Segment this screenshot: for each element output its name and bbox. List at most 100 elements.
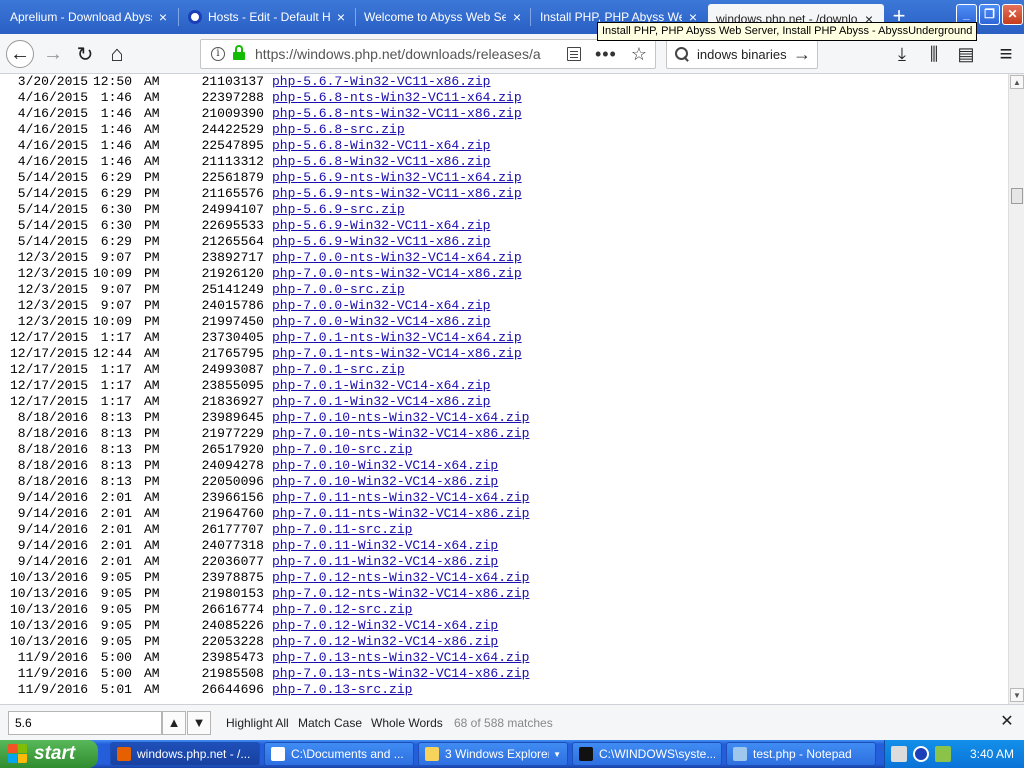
listing-file-link[interactable]: php-5.6.8-Win32-VC11-x86.zip <box>272 154 490 170</box>
listing-file-link[interactable]: php-5.6.8-nts-Win32-VC11-x86.zip <box>272 106 522 122</box>
task-label: windows.php.net - /... <box>137 747 251 761</box>
taskbar-task[interactable]: windows.php.net - /... <box>110 742 260 766</box>
listing-file-link[interactable]: php-7.0.13-nts-Win32-VC14-x86.zip <box>272 666 529 682</box>
listing-time: 1:17 <box>100 330 132 345</box>
close-icon[interactable]: × <box>156 9 170 25</box>
taskbar-task[interactable]: 3 Windows Explorer ▼ <box>418 742 568 766</box>
whole-words-toggle[interactable]: Whole Words <box>371 716 443 730</box>
reload-button[interactable]: ↻ <box>70 39 100 69</box>
page-actions-button[interactable]: ••• <box>595 44 617 65</box>
find-previous-button[interactable]: ▲ <box>162 711 186 735</box>
network-icon[interactable] <box>913 746 929 762</box>
home-button[interactable]: ⌂ <box>102 39 132 69</box>
match-count: 68 of 588 matches <box>454 716 553 730</box>
listing-file-link[interactable]: php-7.0.11-Win32-VC14-x86.zip <box>272 554 498 570</box>
address-bar[interactable]: i https://windows.php.net/downloads/rele… <box>200 39 656 69</box>
listing-ampm: PM <box>144 314 160 329</box>
listing-file-link[interactable]: php-5.6.8-nts-Win32-VC11-x64.zip <box>272 90 522 106</box>
listing-file-link[interactable]: php-7.0.10-nts-Win32-VC14-x64.zip <box>272 410 529 426</box>
close-window-button[interactable]: ✕ <box>1002 4 1023 25</box>
listing-file-link[interactable]: php-5.6.9-nts-Win32-VC11-x64.zip <box>272 170 522 186</box>
listing-file-link[interactable]: php-5.6.9-Win32-VC11-x86.zip <box>272 234 490 250</box>
listing-file-link[interactable]: php-7.0.1-nts-Win32-VC14-x86.zip <box>272 346 522 362</box>
listing-file-link[interactable]: php-5.6.9-nts-Win32-VC11-x86.zip <box>272 186 522 202</box>
tab-hosts[interactable]: Hosts - Edit - Default Ho × <box>180 2 356 32</box>
taskbar-task[interactable]: C:\Documents and ... <box>264 742 414 766</box>
listing-file-link[interactable]: php-5.6.8-Win32-VC11-x64.zip <box>272 138 490 154</box>
listing-file-link[interactable]: php-7.0.13-nts-Win32-VC14-x64.zip <box>272 650 529 666</box>
find-input[interactable] <box>8 711 162 735</box>
listing-file-link[interactable]: php-7.0.10-nts-Win32-VC14-x86.zip <box>272 426 529 442</box>
listing-date: 5/14/2015 <box>17 170 88 185</box>
listing-date: 8/18/2016 <box>17 410 88 425</box>
match-case-toggle[interactable]: Match Case <box>298 716 362 730</box>
listing-ampm: AM <box>144 666 160 681</box>
find-next-button[interactable]: ▼ <box>187 711 211 735</box>
listing-file-link[interactable]: php-7.0.0-Win32-VC14-x64.zip <box>272 298 490 314</box>
url-text[interactable]: https://windows.php.net/downloads/releas… <box>255 46 567 62</box>
listing-file-link[interactable]: php-7.0.1-nts-Win32-VC14-x64.zip <box>272 330 522 346</box>
scroll-down-arrow[interactable]: ▼ <box>1010 688 1024 702</box>
listing-file-link[interactable]: php-7.0.10-Win32-VC14-x86.zip <box>272 474 498 490</box>
listing-file-link[interactable]: php-5.6.9-Win32-VC11-x64.zip <box>272 218 490 234</box>
keyboard-icon[interactable] <box>891 746 907 762</box>
listing-date: 4/16/2015 <box>17 106 88 121</box>
listing-file-link[interactable]: php-7.0.0-Win32-VC14-x86.zip <box>272 314 490 330</box>
listing-file-link[interactable]: php-7.0.12-nts-Win32-VC14-x86.zip <box>272 586 529 602</box>
restore-button[interactable]: ❐ <box>979 4 1000 25</box>
search-go-button[interactable]: → <box>793 44 811 65</box>
listing-file-link[interactable]: php-5.6.8-src.zip <box>272 122 405 138</box>
lock-icon[interactable] <box>233 45 245 60</box>
listing-file-link[interactable]: php-7.0.0-nts-Win32-VC14-x86.zip <box>272 266 522 282</box>
listing-file-link[interactable]: php-7.0.1-Win32-VC14-x64.zip <box>272 378 490 394</box>
start-button[interactable]: start <box>0 740 98 768</box>
listing-file-link[interactable]: php-7.0.12-nts-Win32-VC14-x64.zip <box>272 570 529 586</box>
forward-button[interactable]: → <box>38 39 68 69</box>
bookmark-star-icon[interactable]: ☆ <box>631 44 647 65</box>
taskbar-task[interactable]: C:\WINDOWS\syste... <box>572 742 722 766</box>
listing-file-link[interactable]: php-7.0.0-src.zip <box>272 282 405 298</box>
reader-view-icon[interactable] <box>566 47 581 61</box>
scroll-thumb[interactable] <box>1011 188 1023 204</box>
listing-file-link[interactable]: php-7.0.12-Win32-VC14-x64.zip <box>272 618 498 634</box>
back-button[interactable]: ← <box>6 40 34 68</box>
listing-date: 5/14/2015 <box>17 218 88 233</box>
listing-file-link[interactable]: php-7.0.1-Win32-VC14-x86.zip <box>272 394 490 410</box>
taskbar-task[interactable]: test.php - Notepad <box>726 742 876 766</box>
menu-icon[interactable]: ≡ <box>994 42 1018 66</box>
listing-file-link[interactable]: php-7.0.13-src.zip <box>272 682 412 698</box>
listing-file-link[interactable]: php-7.0.0-nts-Win32-VC14-x64.zip <box>272 250 522 266</box>
listing-file-link[interactable]: php-7.0.11-Win32-VC14-x64.zip <box>272 538 498 554</box>
listing-file-link[interactable]: php-7.0.10-Win32-VC14-x64.zip <box>272 458 498 474</box>
highlight-all-toggle[interactable]: Highlight All <box>226 716 289 730</box>
vertical-scrollbar[interactable]: ▲ ▼ <box>1008 74 1024 704</box>
listing-file-link[interactable]: php-7.0.11-nts-Win32-VC14-x64.zip <box>272 490 529 506</box>
listing-time: 6:30 <box>100 202 132 217</box>
listing-file-link[interactable]: php-7.0.10-src.zip <box>272 442 412 458</box>
tab-welcome-abyss[interactable]: Welcome to Abyss Web Serv × <box>356 2 532 32</box>
close-icon[interactable]: × <box>334 9 348 25</box>
listing-date: 12/3/2015 <box>17 266 88 281</box>
listing-time: 9:05 <box>100 618 132 633</box>
listing-file-link[interactable]: php-7.0.12-Win32-VC14-x86.zip <box>272 634 498 650</box>
listing-file-link[interactable]: php-5.6.7-Win32-VC11-x86.zip <box>272 74 490 90</box>
downloads-icon[interactable]: ⤓ <box>890 42 914 66</box>
sidebar-icon[interactable]: ▤ <box>954 42 978 66</box>
listing-file-link[interactable]: php-7.0.12-src.zip <box>272 602 412 618</box>
listing-row: 8/18/2016 8:13 PM 26517920 php-7.0.10-src.zi… <box>0 442 1008 458</box>
scroll-up-arrow[interactable]: ▲ <box>1010 75 1024 89</box>
listing-size: 23985473 <box>201 650 264 665</box>
search-bar[interactable]: indows binaries → <box>666 39 818 69</box>
info-icon[interactable]: i <box>211 47 225 61</box>
listing-file-link[interactable]: php-5.6.9-src.zip <box>272 202 405 218</box>
volume-icon[interactable] <box>935 746 951 762</box>
search-input[interactable]: indows binaries <box>697 47 793 62</box>
listing-file-link[interactable]: php-7.0.11-nts-Win32-VC14-x86.zip <box>272 506 529 522</box>
listing-date: 3/20/2015 <box>17 74 88 89</box>
close-find-bar-button[interactable]: ✕ <box>998 713 1016 731</box>
tab-aprelium[interactable]: Aprelium - Download Abyss W × <box>2 2 178 32</box>
close-icon[interactable]: × <box>510 9 524 25</box>
listing-file-link[interactable]: php-7.0.11-src.zip <box>272 522 412 538</box>
library-icon[interactable]: ⫼ <box>922 42 946 66</box>
listing-file-link[interactable]: php-7.0.1-src.zip <box>272 362 405 378</box>
